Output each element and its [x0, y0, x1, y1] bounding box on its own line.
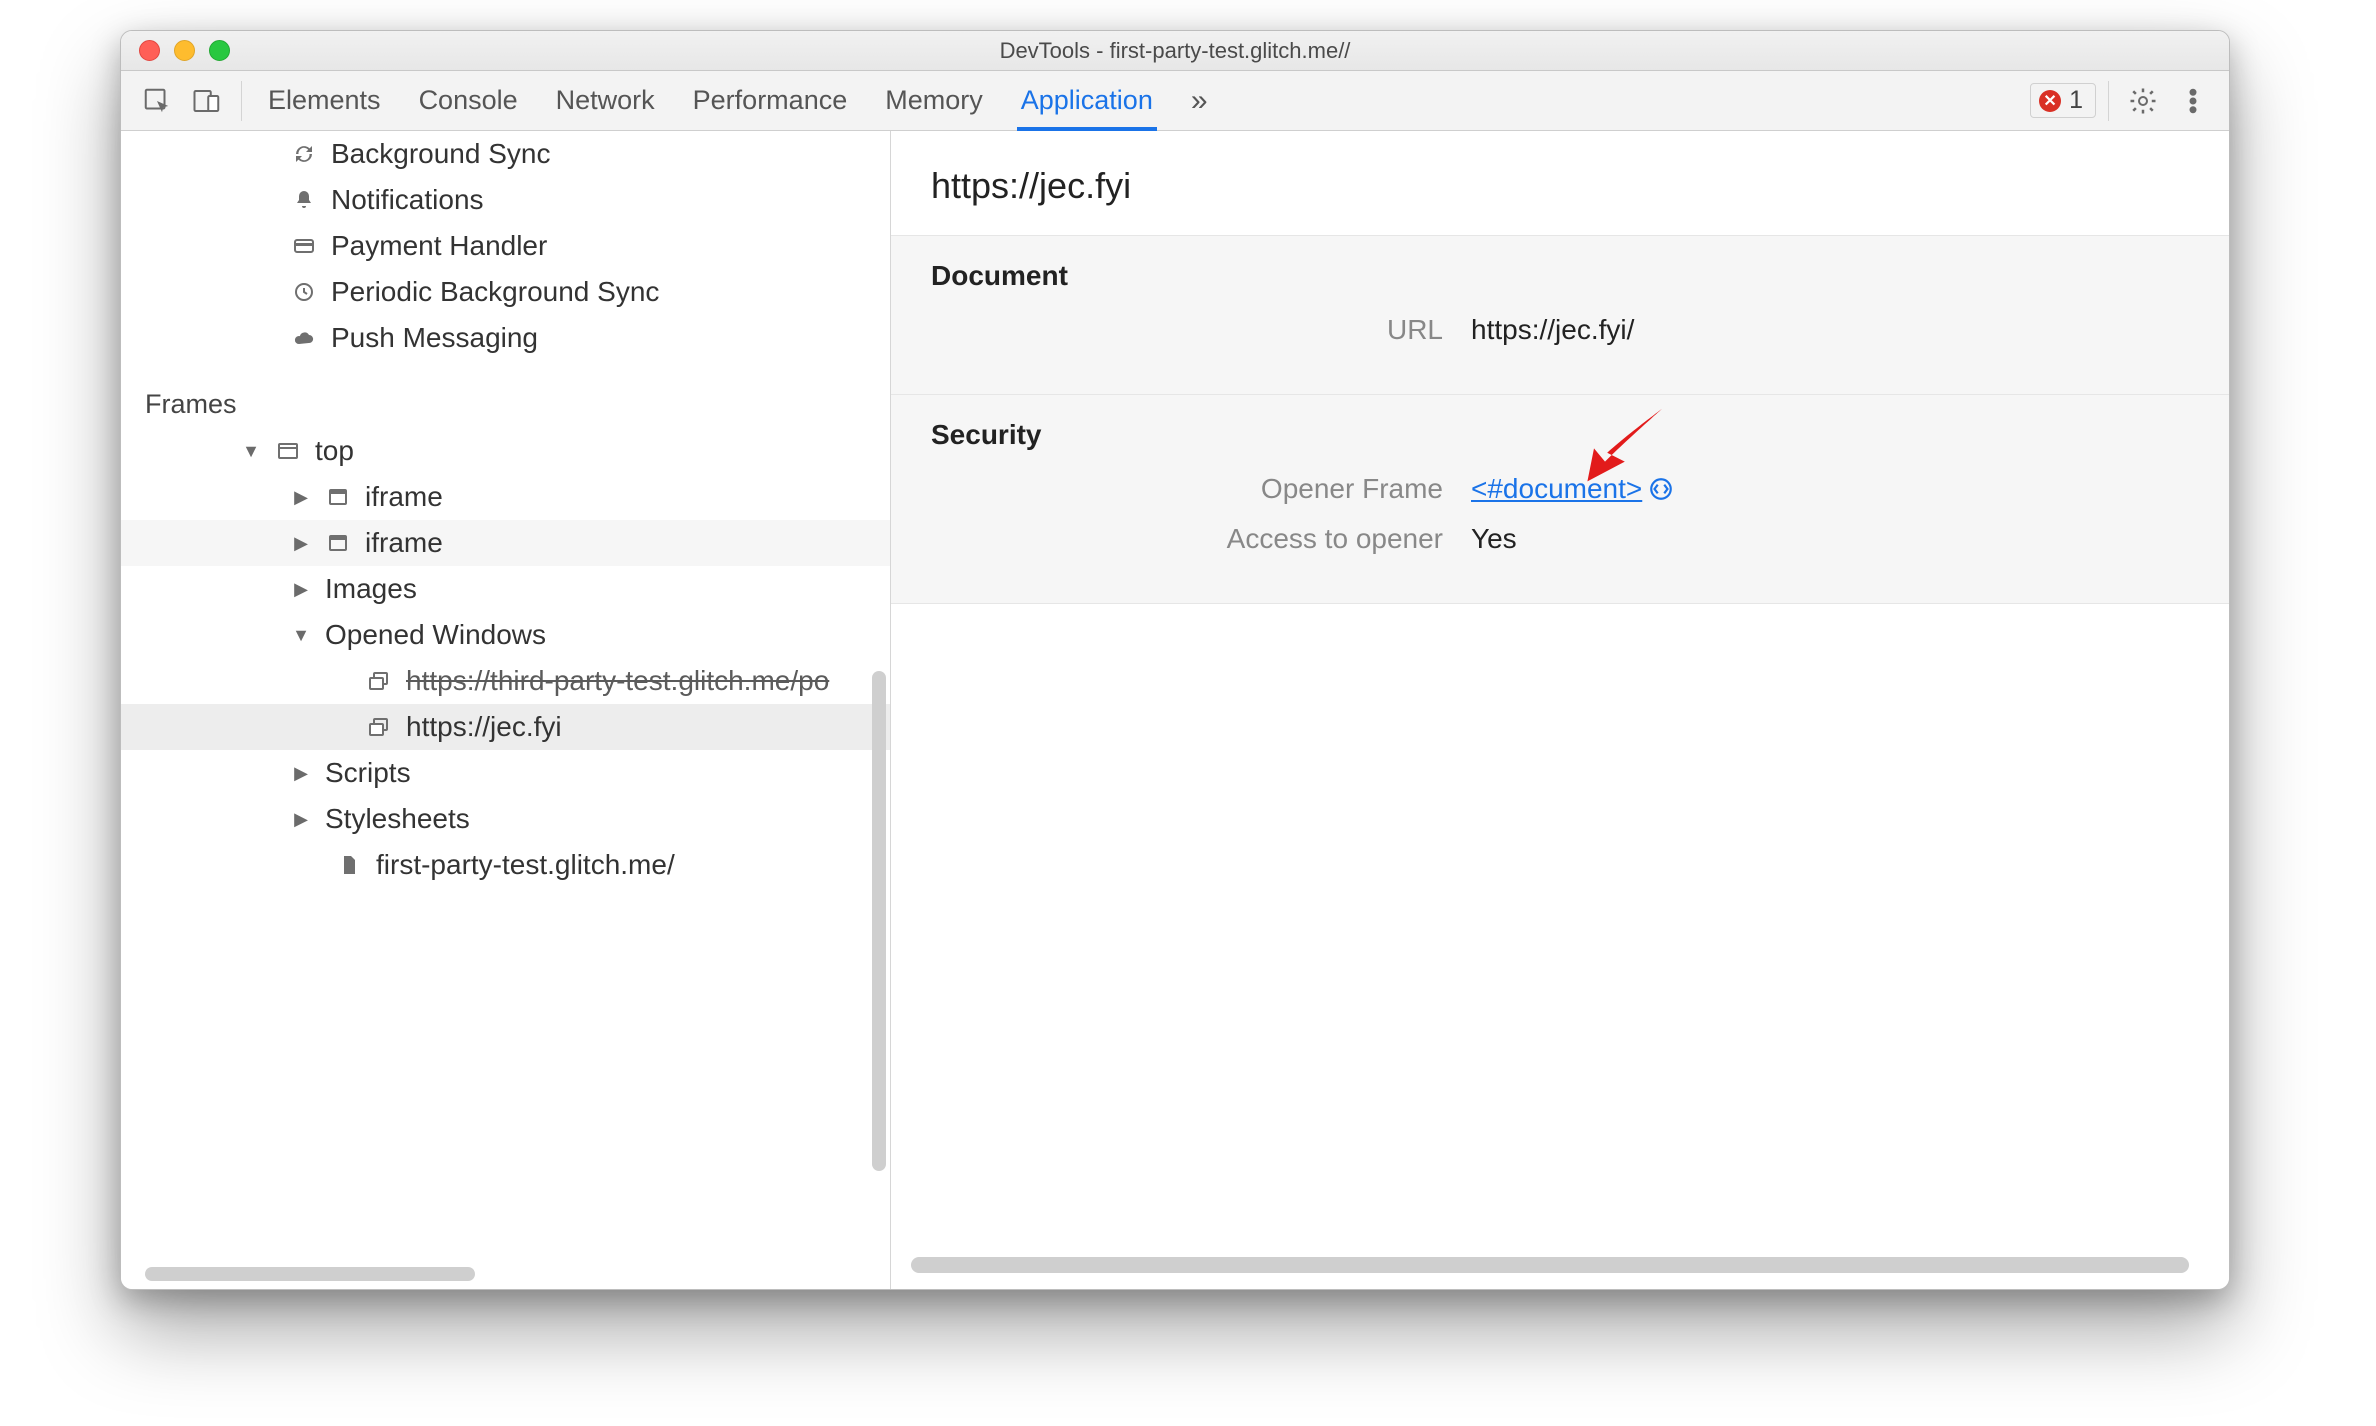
document-section: Document URL https://jec.fyi/: [891, 236, 2229, 395]
devtools-toolbar: Elements Console Network Performance Mem…: [121, 71, 2229, 131]
sidebar-item-frame-top[interactable]: ▼ top: [121, 428, 890, 474]
row-opener-frame: Opener Frame <#document>: [931, 473, 2189, 505]
disclosure-triangle-icon[interactable]: ▼: [291, 625, 311, 646]
disclosure-triangle-icon[interactable]: ▼: [241, 441, 261, 462]
sidebar-item-label: Payment Handler: [331, 230, 547, 262]
sidebar-item-background-sync[interactable]: Background Sync: [121, 131, 890, 177]
more-menu-icon[interactable]: [2171, 79, 2215, 123]
sidebar-item-label: first-party-test.glitch.me/: [376, 849, 675, 881]
sidebar-item-opened-window-selected[interactable]: https://jec.fyi: [121, 704, 890, 750]
label-url: URL: [931, 314, 1471, 346]
tab-console[interactable]: Console: [419, 71, 518, 130]
sidebar-item-label: Notifications: [331, 184, 484, 216]
section-heading: Document: [931, 260, 2189, 292]
sidebar-item-label: top: [315, 435, 354, 467]
row-url: URL https://jec.fyi/: [931, 314, 2189, 346]
sidebar-vertical-scrollbar[interactable]: [872, 671, 886, 1171]
disclosure-triangle-icon[interactable]: ▶: [291, 487, 311, 508]
frame-title: https://jec.fyi: [891, 131, 2229, 236]
error-count: 1: [2069, 86, 2083, 115]
sidebar-item-iframe[interactable]: ▶ iframe: [121, 520, 890, 566]
window-title: DevTools - first-party-test.glitch.me//: [121, 38, 2229, 64]
sidebar-item-label: https://jec.fyi: [406, 711, 562, 743]
error-icon: ✕: [2039, 90, 2061, 112]
sidebar-item-document[interactable]: first-party-test.glitch.me/: [121, 842, 890, 888]
sidebar-item-push-messaging[interactable]: Push Messaging: [121, 315, 890, 361]
row-access-to-opener: Access to opener Yes: [931, 523, 2189, 555]
windows-icon: [366, 714, 392, 740]
tab-network[interactable]: Network: [556, 71, 655, 130]
value-url: https://jec.fyi/: [1471, 314, 1634, 346]
windows-icon: [366, 668, 392, 694]
tab-elements[interactable]: Elements: [268, 71, 381, 130]
cloud-icon: [291, 325, 317, 351]
reveal-in-elements-icon[interactable]: [1648, 476, 1674, 502]
sidebar-item-label: iframe: [365, 481, 443, 513]
bell-icon: [291, 187, 317, 213]
settings-gear-icon[interactable]: [2121, 79, 2165, 123]
sidebar-item-label: Scripts: [325, 757, 411, 789]
disclosure-triangle-icon[interactable]: ▶: [291, 809, 311, 830]
disclosure-triangle-icon[interactable]: ▶: [291, 579, 311, 600]
panel-body: Background Sync Notifications Payment Ha…: [121, 131, 2229, 1289]
section-heading: Security: [931, 419, 2189, 451]
sidebar-item-opened-window[interactable]: https://third-party-test.glitch.me/po: [121, 658, 890, 704]
sidebar-item-iframe[interactable]: ▶ iframe: [121, 474, 890, 520]
sidebar-heading-frames: Frames: [121, 361, 890, 428]
sidebar-item-opened-windows[interactable]: ▼ Opened Windows: [121, 612, 890, 658]
tab-application[interactable]: Application: [1021, 71, 1153, 130]
sidebar-item-notifications[interactable]: Notifications: [121, 177, 890, 223]
error-count-badge[interactable]: ✕ 1: [2030, 83, 2096, 118]
frame-icon: [325, 484, 351, 510]
devtools-window: DevTools - first-party-test.glitch.me// …: [120, 30, 2230, 1290]
sidebar-item-label: Images: [325, 573, 417, 605]
document-icon: [336, 852, 362, 878]
main-horizontal-scrollbar[interactable]: [911, 1257, 2189, 1273]
toolbar-divider: [2108, 81, 2109, 121]
inspect-element-icon[interactable]: [135, 79, 179, 123]
sidebar-item-label: Background Sync: [331, 138, 550, 170]
tab-performance[interactable]: Performance: [693, 71, 848, 130]
sidebar-item-label: Push Messaging: [331, 322, 538, 354]
security-section: Security Opener Frame <#document> Access…: [891, 395, 2229, 604]
application-sidebar: Background Sync Notifications Payment Ha…: [121, 131, 891, 1289]
sidebar-item-scripts[interactable]: ▶ Scripts: [121, 750, 890, 796]
frame-icon: [325, 530, 351, 556]
device-toolbar-icon[interactable]: [185, 79, 229, 123]
tab-memory[interactable]: Memory: [885, 71, 983, 130]
label-access-to-opener: Access to opener: [931, 523, 1471, 555]
sidebar-item-periodic-background-sync[interactable]: Periodic Background Sync: [121, 269, 890, 315]
label-opener-frame: Opener Frame: [931, 473, 1471, 505]
sidebar-item-label: https://third-party-test.glitch.me/po: [406, 665, 829, 697]
sidebar-item-label: Opened Windows: [325, 619, 546, 651]
sidebar-item-label: Periodic Background Sync: [331, 276, 659, 308]
disclosure-triangle-icon[interactable]: ▶: [291, 763, 311, 784]
sidebar-item-stylesheets[interactable]: ▶ Stylesheets: [121, 796, 890, 842]
frame-details-panel: https://jec.fyi Document URL https://jec…: [891, 131, 2229, 1289]
credit-card-icon: [291, 233, 317, 259]
disclosure-triangle-icon[interactable]: ▶: [291, 533, 311, 554]
window-icon: [275, 438, 301, 464]
tabs-overflow-button[interactable]: »: [1191, 71, 1208, 130]
sidebar-item-payment-handler[interactable]: Payment Handler: [121, 223, 890, 269]
panel-tabs: Elements Console Network Performance Mem…: [254, 71, 1208, 130]
sidebar-item-label: iframe: [365, 527, 443, 559]
sidebar-item-images[interactable]: ▶ Images: [121, 566, 890, 612]
sidebar-item-label: Stylesheets: [325, 803, 470, 835]
titlebar: DevTools - first-party-test.glitch.me//: [121, 31, 2229, 71]
opener-frame-link[interactable]: <#document>: [1471, 473, 1642, 505]
clock-icon: [291, 279, 317, 305]
sidebar-horizontal-scrollbar[interactable]: [145, 1267, 880, 1281]
value-access-to-opener: Yes: [1471, 523, 1517, 555]
sync-icon: [291, 141, 317, 167]
toolbar-divider: [241, 81, 242, 121]
